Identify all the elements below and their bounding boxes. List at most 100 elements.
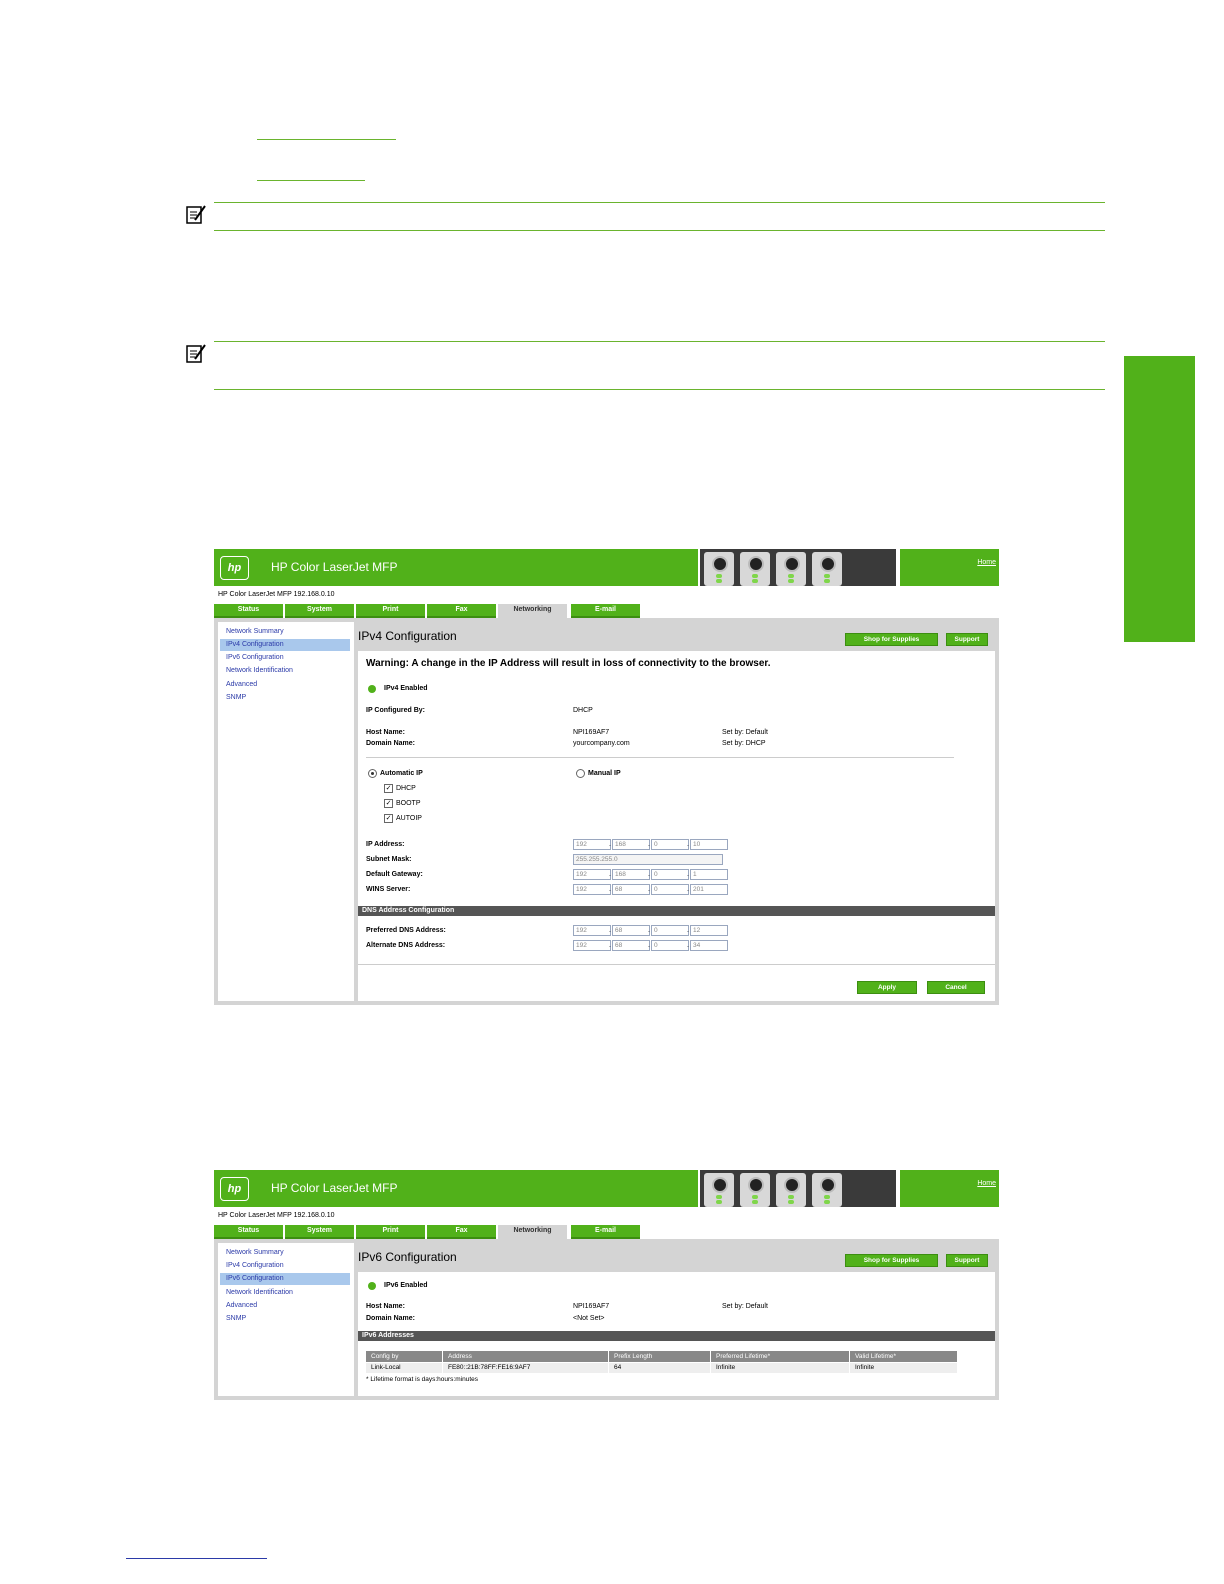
gateway-octet-4[interactable]: 1 [690, 869, 728, 880]
nav-ipv4-configuration[interactable]: IPv4 Configuration [220, 639, 350, 651]
tab-networking[interactable]: Networking [498, 604, 567, 618]
footer-link-underline[interactable] [126, 1558, 267, 1559]
gateway-octet-2[interactable]: 168 [612, 869, 650, 880]
cancel-button[interactable]: Cancel [927, 981, 985, 994]
enabled-check-icon [368, 1282, 376, 1290]
main-frame: Network Summary IPv4 Configuration IPv6 … [214, 1239, 999, 1400]
configured-by-label: IP Configured By: [366, 707, 425, 714]
automatic-ip-radio[interactable] [368, 769, 377, 778]
wins-octet-1[interactable]: 192 [573, 884, 611, 895]
enabled-check-icon [368, 685, 376, 693]
wins-octet-3[interactable]: 0 [651, 884, 689, 895]
preferred-dns-octet-2[interactable]: 68 [612, 925, 650, 936]
domain-name-value: <Not Set> [573, 1315, 605, 1322]
nav-advanced[interactable]: Advanced [220, 679, 350, 691]
gateway-octet-3[interactable]: 0 [651, 869, 689, 880]
nav-ipv6-configuration[interactable]: IPv6 Configuration [220, 1273, 350, 1285]
preferred-dns-octet-4[interactable]: 12 [690, 925, 728, 936]
nav-snmp[interactable]: SNMP [220, 1313, 350, 1325]
tab-bar: Status System Print Fax Networking E-mai… [214, 1225, 999, 1239]
wins-label: WINS Server: [366, 886, 411, 893]
note-rule-top-1 [214, 202, 1105, 203]
breadcrumb: HP Color LaserJet MFP 192.168.0.10 [218, 591, 335, 598]
ip-octet-3[interactable]: 0 [651, 839, 689, 850]
nav-network-identification[interactable]: Network Identification [220, 1287, 350, 1299]
gateway-octet-1[interactable]: 192 [573, 869, 611, 880]
alternate-dns-octet-1[interactable]: 192 [573, 940, 611, 951]
wins-octet-2[interactable]: 68 [612, 884, 650, 895]
app-title: HP Color LaserJet MFP [271, 1181, 398, 1195]
preferred-dns-octet-1[interactable]: 192 [573, 925, 611, 936]
manual-ip-radio[interactable] [576, 769, 585, 778]
divider [358, 964, 995, 965]
tab-print[interactable]: Print [356, 1225, 425, 1239]
tab-system[interactable]: System [285, 604, 354, 618]
support-button[interactable]: Support [946, 1254, 988, 1267]
ip-octet-2[interactable]: 168 [612, 839, 650, 850]
left-nav: Network Summary IPv4 Configuration IPv6 … [218, 622, 354, 1001]
support-button[interactable]: Support [946, 633, 988, 646]
dns-section-header: DNS Address Configuration [358, 906, 995, 916]
link-underline-2[interactable] [257, 180, 365, 181]
device-photo [700, 1170, 896, 1207]
domain-set-by: Set by: DHCP [722, 740, 766, 747]
nav-advanced[interactable]: Advanced [220, 1300, 350, 1312]
hp-logo: hp [220, 1177, 249, 1201]
note-rule-top-2 [214, 341, 1105, 342]
link-underline-1[interactable] [257, 139, 396, 140]
tab-email[interactable]: E-mail [571, 604, 640, 618]
alternate-dns-octet-3[interactable]: 0 [651, 940, 689, 951]
warning-text: Warning: A change in the IP Address will… [366, 658, 771, 669]
tab-fax[interactable]: Fax [427, 1225, 496, 1239]
alternate-dns-octet-4[interactable]: 34 [690, 940, 728, 951]
note-icon [186, 205, 206, 224]
nav-network-summary[interactable]: Network Summary [220, 626, 350, 638]
enabled-label: IPv4 Enabled [384, 685, 428, 692]
nav-ipv6-configuration[interactable]: IPv6 Configuration [220, 652, 350, 664]
host-name-value: NPI169AF7 [573, 1303, 610, 1310]
ip-octet-4[interactable]: 10 [690, 839, 728, 850]
hp-logo: hp [220, 556, 249, 580]
wins-octet-4[interactable]: 201 [690, 884, 728, 895]
page-title: IPv4 Configuration [358, 629, 457, 643]
banner: hp HP Color LaserJet MFP Home [214, 549, 999, 586]
tab-print[interactable]: Print [356, 604, 425, 618]
tab-system[interactable]: System [285, 1225, 354, 1239]
subnet-mask-label: Subnet Mask: [366, 856, 412, 863]
nav-snmp[interactable]: SNMP [220, 692, 350, 704]
host-set-by: Set by: Default [722, 1303, 768, 1310]
tab-status[interactable]: Status [214, 1225, 283, 1239]
shop-for-supplies-button[interactable]: Shop for Supplies [845, 633, 938, 646]
bootp-label: BOOTP [396, 800, 421, 807]
subnet-mask-select[interactable]: 255.255.255.0 [573, 854, 723, 865]
bootp-checkbox[interactable]: ✓ [384, 799, 393, 808]
preferred-dns-octet-3[interactable]: 0 [651, 925, 689, 936]
app-title: HP Color LaserJet MFP [271, 560, 398, 574]
domain-name-label: Domain Name: [366, 1315, 416, 1322]
shop-for-supplies-button[interactable]: Shop for Supplies [845, 1254, 938, 1267]
configured-by-value: DHCP [573, 707, 593, 714]
col-address: Address [443, 1351, 608, 1362]
home-link[interactable]: Home [977, 1180, 996, 1187]
ip-address-label: IP Address: [366, 841, 405, 848]
tab-fax[interactable]: Fax [427, 604, 496, 618]
host-name-label: Host Name: [366, 1303, 405, 1310]
nav-network-identification[interactable]: Network Identification [220, 665, 350, 677]
ip-octet-1[interactable]: 192 [573, 839, 611, 850]
alternate-dns-octet-2[interactable]: 68 [612, 940, 650, 951]
gateway-label: Default Gateway: [366, 871, 423, 878]
content-panel: Warning: A change in the IP Address will… [358, 651, 995, 1001]
col-prefix-length: Prefix Length [609, 1351, 710, 1362]
content-panel: IPv6 Enabled Host Name: NPI169AF7 Set by… [358, 1272, 995, 1396]
domain-name-value: yourcompany.com [573, 740, 630, 747]
domain-name-label: Domain Name: [366, 740, 416, 747]
autoip-checkbox[interactable]: ✓ [384, 814, 393, 823]
dhcp-checkbox[interactable]: ✓ [384, 784, 393, 793]
tab-status[interactable]: Status [214, 604, 283, 618]
home-link[interactable]: Home [977, 559, 996, 566]
tab-email[interactable]: E-mail [571, 1225, 640, 1239]
tab-networking[interactable]: Networking [498, 1225, 567, 1239]
apply-button[interactable]: Apply [857, 981, 917, 994]
nav-network-summary[interactable]: Network Summary [220, 1247, 350, 1259]
nav-ipv4-configuration[interactable]: IPv4 Configuration [220, 1260, 350, 1272]
